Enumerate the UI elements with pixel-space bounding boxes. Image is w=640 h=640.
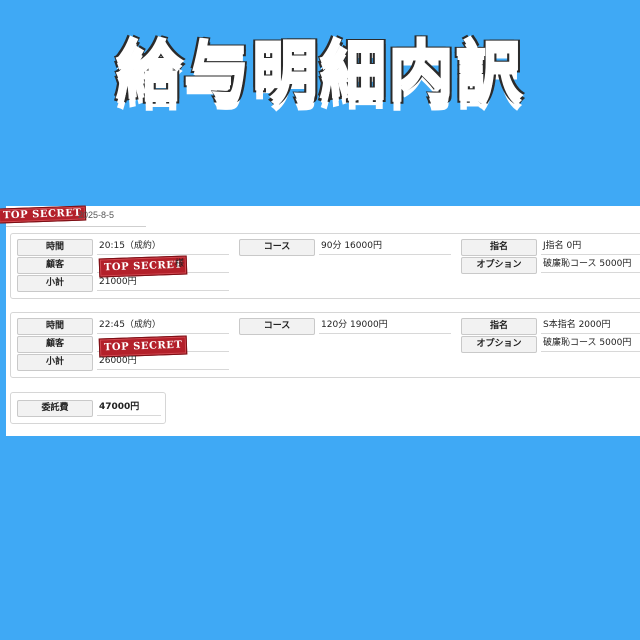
- option-label: オプション: [461, 257, 537, 274]
- order-card: 時間 20:15（成約） 顧客 TOP SECRET 様 小計 21000円 コ…: [10, 233, 640, 299]
- page-title: 給与明細内訳: [115, 32, 524, 111]
- time-label: 時間: [17, 318, 93, 335]
- customer-value: TOP SECRET 様: [97, 255, 229, 278]
- nomination-value: J指名 0円: [541, 239, 640, 255]
- option-value: 破廉恥コース 5000円: [541, 257, 640, 273]
- time-label: 時間: [17, 239, 93, 256]
- course-value: 90分 16000円: [319, 239, 451, 255]
- nomination-label: 指名: [461, 239, 537, 256]
- subtotal-label: 小計: [17, 354, 93, 371]
- customer-suffix: 様: [175, 259, 185, 269]
- fee-label: 委託費: [17, 400, 93, 417]
- subtotal-label: 小計: [17, 275, 93, 292]
- course-label: コース: [239, 318, 315, 335]
- statement-panel: TOP SECRET 2025-8-5 時間 20:15（成約） 顧客 TOP …: [0, 205, 640, 436]
- order-card: 時間 22:45（成約） 顧客 TOP SECRET 小計 26000円 コース…: [10, 312, 640, 378]
- course-value: 120分 19000円: [319, 318, 451, 334]
- customer-value: TOP SECRET: [97, 335, 229, 358]
- nomination-value: S本指名 2000円: [541, 318, 640, 334]
- time-value: 22:45（成約）: [97, 318, 229, 334]
- nomination-label: 指名: [461, 318, 537, 335]
- fee-value: 47000円: [97, 400, 161, 416]
- statement-date: 2025-8-5: [78, 210, 115, 220]
- customer-label: 顧客: [17, 257, 93, 274]
- fee-card: 委託費 47000円: [10, 392, 166, 424]
- option-value: 破廉恥コース 5000円: [541, 336, 640, 352]
- customer-label: 顧客: [17, 336, 93, 353]
- subtotal-value: 21000円: [97, 275, 229, 291]
- course-label: コース: [239, 239, 315, 256]
- time-value: 20:15（成約）: [97, 239, 229, 255]
- statement-header: TOP SECRET 2025-8-5: [0, 205, 146, 227]
- subtotal-value: 26000円: [97, 354, 229, 370]
- option-label: オプション: [461, 336, 537, 353]
- top-secret-stamp: TOP SECRET: [0, 205, 87, 224]
